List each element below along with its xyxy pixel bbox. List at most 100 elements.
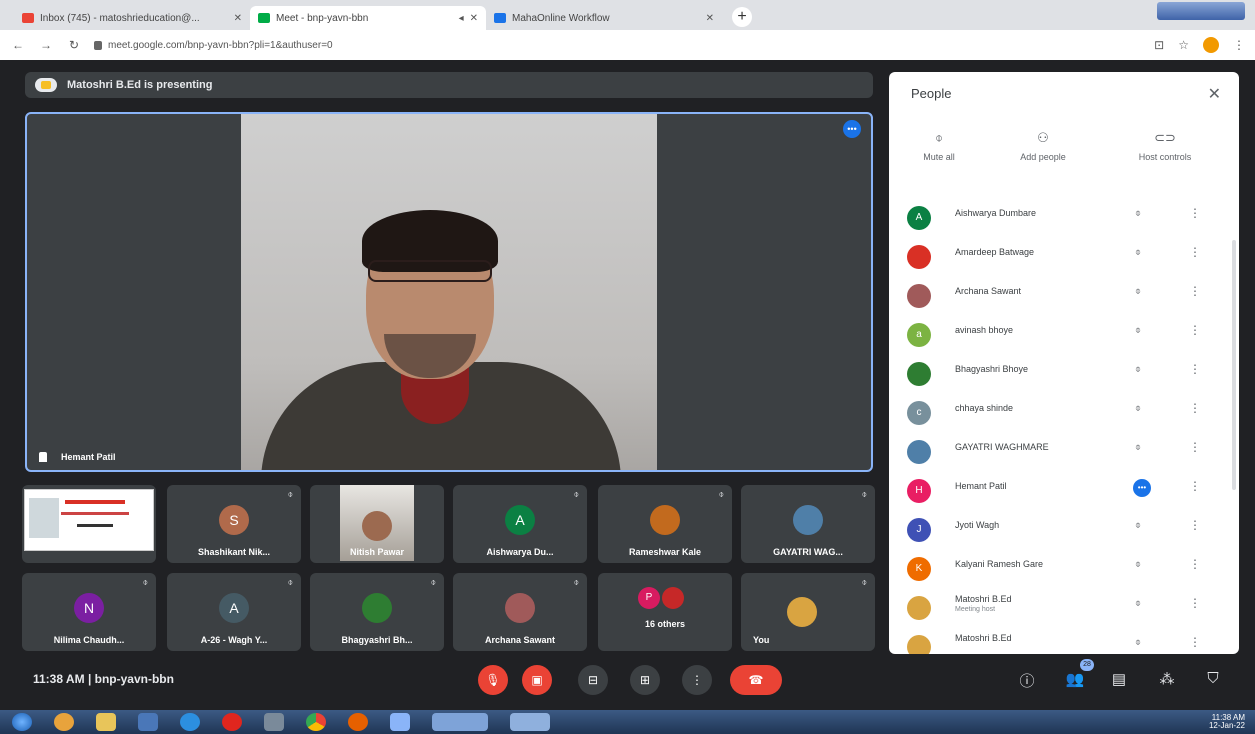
folder-icon[interactable] (96, 713, 116, 731)
info-icon[interactable]: ⓘ (1016, 670, 1038, 691)
reload-icon[interactable]: ↻ (66, 38, 82, 52)
participant-tile[interactable]: ⌽ Bhagyashri Bh... (310, 573, 444, 651)
participant-name: Kalyani Ramesh Gare (955, 559, 1044, 569)
main-speaker-tile[interactable]: ••• Hemant Patil (25, 112, 873, 472)
opera-icon[interactable] (222, 713, 242, 731)
chrome-icon[interactable] (306, 713, 326, 731)
tab-mahaonline[interactable]: MahaOnline Workflow ✕ (486, 6, 722, 30)
activities-icon[interactable]: ⁂ (1156, 670, 1178, 688)
participant-name: Jyoti Wagh (955, 520, 1000, 530)
more-options-icon[interactable]: ⋮ (1189, 635, 1201, 649)
presenting-banner[interactable]: Matoshri B.Ed is presenting (25, 72, 873, 98)
window-controls[interactable] (1157, 2, 1245, 20)
more-options-icon[interactable]: ⋮ (1189, 518, 1201, 532)
participant-tile[interactable]: ⌽ Archana Sawant (453, 573, 587, 651)
meeting-controls-bar: 11:38 AM | bnp-yavn-bbn 🎙 ▣ ⊟ ⊞ ⋮ ☎ ⓘ 👥 … (0, 655, 1255, 705)
more-options-icon[interactable]: ⋮ (1189, 206, 1201, 220)
media-icon[interactable] (138, 713, 158, 731)
people-icon[interactable]: 👥 (1064, 670, 1086, 688)
others-tile[interactable]: P 16 others (598, 573, 732, 651)
firefox-icon[interactable] (348, 713, 368, 731)
more-options-icon[interactable]: ⋮ (1189, 245, 1201, 259)
captions-button[interactable]: ⊟ (578, 665, 608, 695)
more-options-icon[interactable]: ⋮ (1189, 323, 1201, 337)
participant-row[interactable]: GAYATRI WAGHMARE ⌽ ⋮ (889, 434, 1229, 470)
participant-row[interactable]: Matoshri B.Ed ⌽ ⋮ (889, 629, 1229, 654)
more-options-icon[interactable]: ⋮ (1189, 362, 1201, 376)
forward-icon[interactable]: → (38, 38, 54, 52)
app-icon[interactable] (390, 713, 410, 731)
participant-row[interactable]: A Aishwarya Dumbare ⌽ ⋮ (889, 200, 1229, 236)
profile-avatar[interactable] (1203, 37, 1219, 53)
participant-tile[interactable]: ⌽ S Shashikant Nik... (167, 485, 301, 563)
participant-row[interactable]: Amardeep Batwage ⌽ ⋮ (889, 239, 1229, 275)
more-options-icon[interactable]: ⋮ (1189, 401, 1201, 415)
meet-stage: Matoshri B.Ed is presenting ••• Hemant P… (0, 60, 1255, 710)
window-icon[interactable] (510, 713, 550, 731)
new-tab-button[interactable]: + (732, 7, 752, 27)
tab-meet[interactable]: Meet - bnp-yavn-bbn ◂ ✕ (250, 6, 486, 30)
camera-permission-icon[interactable]: ⊡ (1154, 38, 1164, 52)
more-options-icon[interactable]: ⋮ (1189, 284, 1201, 298)
participant-row[interactable]: Archana Sawant ⌽ ⋮ (889, 278, 1229, 314)
participant-row[interactable]: Matoshri B.Ed Meeting host ⌽ ⋮ (889, 590, 1229, 626)
system-tray-clock[interactable]: 11:38 AM 12-Jan-22 (1209, 714, 1245, 730)
pin-icon (39, 452, 47, 462)
participant-tile[interactable]: ⌽ GAYATRI WAG... (741, 485, 875, 563)
avatar-photo (907, 635, 931, 654)
participant-tile[interactable]: Nitish Pawar (310, 485, 444, 563)
avatar-photo (793, 505, 823, 535)
participant-tile[interactable]: ⌽ N Nilima Chaudh... (22, 573, 156, 651)
participant-row[interactable]: H Hemant Patil ••• ⋮ (889, 473, 1229, 509)
back-icon[interactable]: ← (10, 38, 26, 52)
internet-explorer-icon[interactable] (180, 713, 200, 731)
browser-app-icon[interactable] (54, 713, 74, 731)
participant-row[interactable]: a avinash bhoye ⌽ ⋮ (889, 317, 1229, 353)
close-panel-button[interactable]: ✕ (1208, 84, 1221, 104)
more-options-icon[interactable]: ⋮ (1189, 557, 1201, 571)
start-icon[interactable] (12, 713, 32, 731)
close-tab-icon[interactable]: ✕ (470, 13, 478, 24)
participant-row[interactable]: Bhagyashri Bhoye ⌽ ⋮ (889, 356, 1229, 392)
present-button[interactable]: ⊞ (630, 665, 660, 695)
browser-tab-bar: Inbox (745) - matoshrieducation@... ✕ Me… (0, 0, 1255, 30)
more-options-button[interactable]: ⋮ (682, 665, 712, 695)
close-tab-icon[interactable]: ✕ (706, 13, 714, 24)
more-options-icon[interactable]: ⋮ (1189, 479, 1201, 493)
more-options-icon[interactable]: ⋮ (1189, 596, 1201, 610)
leave-call-button[interactable]: ☎ (730, 665, 782, 695)
close-tab-icon[interactable]: ✕ (234, 13, 242, 24)
lock-icon (94, 40, 102, 50)
menu-icon[interactable]: ⋮ (1233, 38, 1245, 52)
panel-scrollbar[interactable] (1232, 240, 1236, 490)
camera-toggle-button[interactable]: ▣ (522, 665, 552, 695)
app-icon[interactable] (264, 713, 284, 731)
self-tile[interactable]: ⌽ You (741, 573, 875, 651)
others-count: 16 others (644, 619, 686, 629)
chrome-window-icon[interactable] (432, 713, 488, 731)
address-bar[interactable]: meet.google.com/bnp-yavn-bbn?pli=1&authu… (94, 40, 1142, 51)
participant-tile[interactable] (22, 485, 156, 563)
participant-tile[interactable]: ⌽ Rameshwar Kale (598, 485, 732, 563)
participant-row[interactable]: K Kalyani Ramesh Gare ⌽ ⋮ (889, 551, 1229, 587)
chat-icon[interactable]: ▤ (1108, 670, 1130, 688)
participant-tile[interactable]: ⌽ A Aishwarya Du... (453, 485, 587, 563)
avatar-photo (907, 245, 931, 269)
tab-inbox[interactable]: Inbox (745) - matoshrieducation@... ✕ (14, 6, 250, 30)
participant-row[interactable]: c chhaya shinde ⌽ ⋮ (889, 395, 1229, 431)
mic-toggle-button[interactable]: 🎙 (478, 665, 508, 695)
host-controls-icon[interactable]: ⛉ (1202, 670, 1224, 687)
host-controls-button[interactable]: ⊂⊃ Host controls (1115, 130, 1215, 162)
avatar-photo (362, 593, 392, 623)
bookmark-star-icon[interactable]: ☆ (1178, 38, 1189, 52)
participant-row[interactable]: J Jyoti Wagh ⌽ ⋮ (889, 512, 1229, 548)
add-people-button[interactable]: ⚇ Add people (993, 130, 1093, 162)
participant-tile[interactable]: ⌽ A A-26 - Wagh Y... (167, 573, 301, 651)
presentation-icon (35, 78, 57, 92)
mic-off-icon: ⌽ (430, 577, 436, 587)
mic-off-icon: ⌽ (861, 489, 867, 499)
more-options-icon[interactable]: ⋮ (1189, 440, 1201, 454)
mute-all-button[interactable]: ⌽ Mute all (889, 130, 989, 162)
mic-off-icon: ⌽ (935, 130, 943, 145)
participant-face (362, 511, 392, 541)
